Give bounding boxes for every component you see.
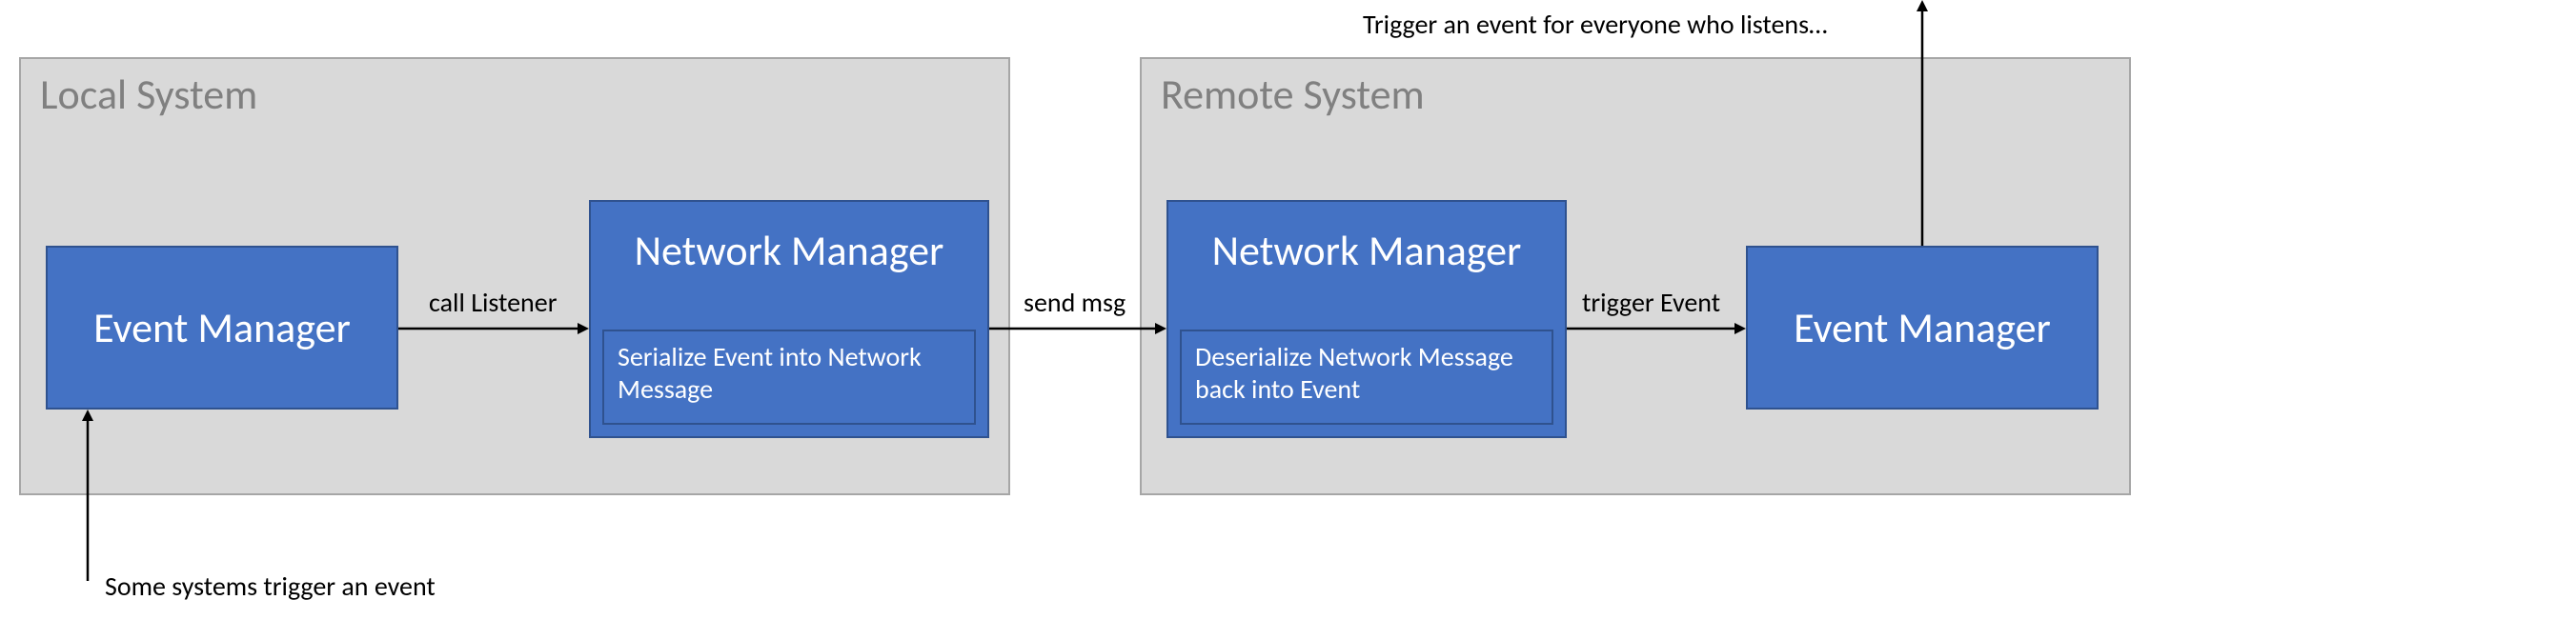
serialize-note-box: Serialize Event into Network Message: [602, 330, 976, 425]
serialize-note-text: Serialize Event into Network Message: [618, 340, 922, 406]
arrow-send-msg-label: send msg: [1024, 286, 1126, 319]
deserialize-note-text: Deserialize Network Message back into Ev…: [1195, 340, 1513, 406]
local-network-manager-label: Network Manager: [591, 225, 987, 276]
remote-event-manager-label: Event Manager: [1748, 302, 2097, 353]
arrow-trigger-event: [1567, 319, 1746, 338]
local-event-manager-box: Event Manager: [46, 246, 398, 410]
top-annotation: Trigger an event for everyone who listen…: [1363, 8, 1827, 41]
remote-network-manager-label: Network Manager: [1168, 225, 1565, 276]
arrow-call-listener-label: call Listener: [429, 286, 557, 319]
local-network-manager-box: Network Manager Serialize Event into Net…: [589, 200, 989, 438]
bottom-annotation: Some systems trigger an event: [105, 570, 436, 603]
remote-system-title: Remote System: [1161, 69, 1425, 120]
deserialize-note-box: Deserialize Network Message back into Ev…: [1180, 330, 1553, 425]
arrow-trigger-event-label: trigger Event: [1582, 286, 1720, 319]
local-system-title: Local System: [40, 69, 257, 120]
arrow-send-msg: [989, 319, 1166, 338]
remote-event-manager-box: Event Manager: [1746, 246, 2099, 410]
arrow-call-listener: [398, 319, 589, 338]
arrow-trigger-listeners: [1913, 0, 1932, 246]
local-event-manager-label: Event Manager: [48, 302, 396, 353]
arrow-some-systems-trigger: [78, 410, 97, 581]
remote-network-manager-box: Network Manager Deserialize Network Mess…: [1166, 200, 1567, 438]
